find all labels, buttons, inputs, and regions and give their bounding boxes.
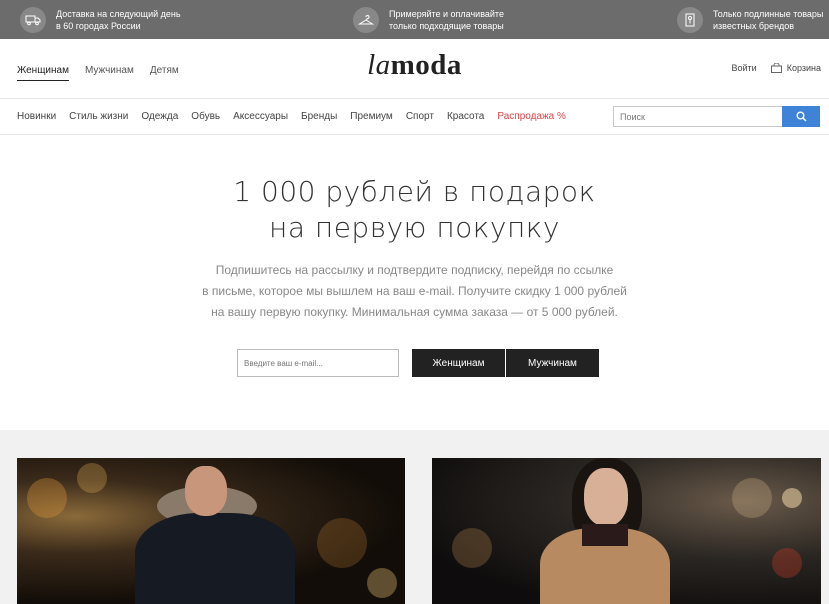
women-banner-image[interactable]: [432, 458, 821, 604]
nav-item-shoes[interactable]: Обувь: [191, 111, 220, 122]
hanger-icon: [353, 7, 379, 33]
nav-item-sport[interactable]: Спорт: [406, 111, 434, 122]
delivery-text: Доставка на следующий день в 60 городах …: [56, 9, 181, 31]
search-box: [613, 106, 820, 127]
nav-item-new[interactable]: Новинки: [17, 111, 56, 122]
cart-label: Корзина: [786, 63, 821, 73]
nav-item-premium[interactable]: Премиум: [350, 111, 393, 122]
men-banner-image[interactable]: [17, 458, 405, 604]
genuine-tag-icon: [677, 7, 703, 33]
search-icon: [796, 111, 807, 122]
email-field[interactable]: [237, 349, 399, 377]
header: Женщинам Мужчинам Детям lamoda Войти Кор…: [0, 39, 829, 99]
nav-item-accessories[interactable]: Аксессуары: [233, 111, 288, 122]
nav-item-lifestyle[interactable]: Стиль жизни: [69, 111, 128, 122]
nav-item-beauty[interactable]: Красота: [447, 111, 484, 122]
search-button[interactable]: [782, 106, 820, 127]
nav-item-brands[interactable]: Бренды: [301, 111, 337, 122]
try-on-text: Примеряйте и оплачивайте только подходящ…: [389, 9, 504, 31]
delivery-truck-icon: [20, 7, 46, 33]
subscribe-men-button[interactable]: Мужчинам: [506, 349, 599, 377]
top-info-bar: Доставка на следующий день в 60 городах …: [0, 0, 829, 39]
promo-description: Подпишитесь на рассылку и подтвердите по…: [202, 263, 627, 319]
cart-link[interactable]: Корзина: [770, 63, 821, 73]
cart-bag-icon: [770, 63, 782, 73]
nav-item-clothing[interactable]: Одежда: [141, 111, 178, 122]
try-on-info[interactable]: Примеряйте и оплачивайте только подходящ…: [353, 7, 504, 33]
category-list: Новинки Стиль жизни Одежда Обувь Аксессу…: [17, 111, 579, 122]
lamoda-logo[interactable]: lamoda: [0, 49, 829, 82]
genuine-text: Только подлинные товары известных брендо…: [713, 9, 824, 31]
banner-section: [0, 430, 829, 604]
nav-item-sale[interactable]: Распродажа %: [497, 111, 566, 122]
subscribe-women-button[interactable]: Женщинам: [412, 349, 505, 377]
genuine-info[interactable]: Только подлинные товары известных брендо…: [677, 7, 823, 33]
login-link[interactable]: Войти: [732, 63, 757, 73]
subscription-promo: 1 000 рублей в подарок на первую покупку…: [0, 136, 829, 430]
promo-title: 1 000 рублей в подарок на первую покупку: [233, 175, 596, 244]
header-actions: Войти Корзина: [732, 63, 821, 73]
subscribe-form: Женщинам Мужчинам: [237, 349, 599, 377]
category-nav: Новинки Стиль жизни Одежда Обувь Аксессу…: [0, 99, 829, 135]
search-input[interactable]: [613, 106, 782, 127]
delivery-info[interactable]: Доставка на следующий день в 60 городах …: [20, 7, 181, 33]
